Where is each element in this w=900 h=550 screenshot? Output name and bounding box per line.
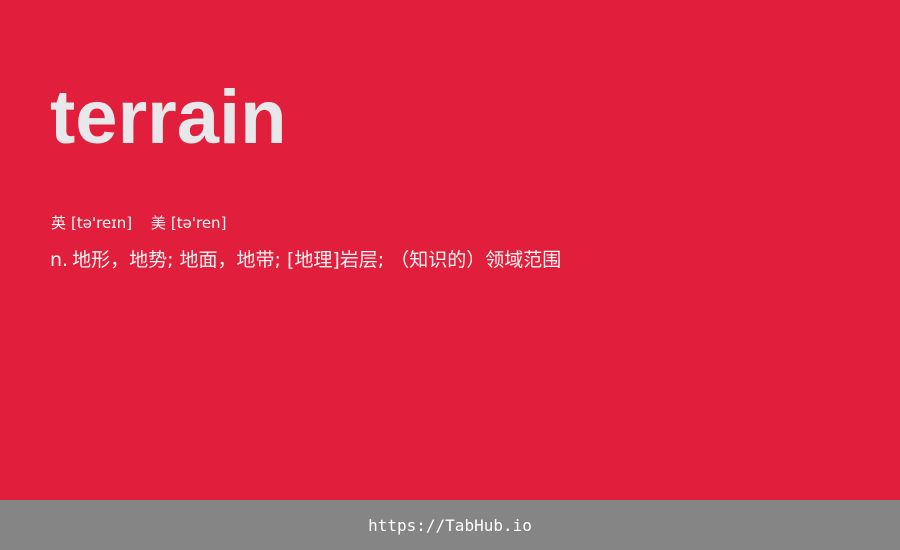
headword: terrain (50, 75, 287, 160)
footer-bar: https://TabHub.io (0, 500, 900, 550)
part-of-speech: n. (50, 249, 69, 271)
definition-text: 地形，地势; 地面，地带; [地理]岩层; （知识的）领域范围 (72, 249, 562, 271)
uk-label: 英 (51, 214, 67, 232)
phonetics: 英 [tə'reɪn] 美 [tə'ren] (51, 212, 226, 234)
us-label: 美 (150, 214, 166, 232)
uk-ipa: [tə'reɪn] (71, 214, 133, 232)
word-card: terrain 英 [tə'reɪn] 美 [tə'ren] n. 地形，地势; 地面… (0, 0, 900, 500)
us-ipa: [tə'ren] (170, 214, 227, 232)
us-pronunciation: 美 [tə'ren] (151, 212, 227, 234)
tabhub-link[interactable]: https://TabHub.io (368, 516, 532, 535)
definition: n. 地形，地势; 地面，地带; [地理]岩层; （知识的）领域范围 (50, 246, 561, 274)
uk-pronunciation: 英 [tə'reɪn] (51, 212, 132, 234)
